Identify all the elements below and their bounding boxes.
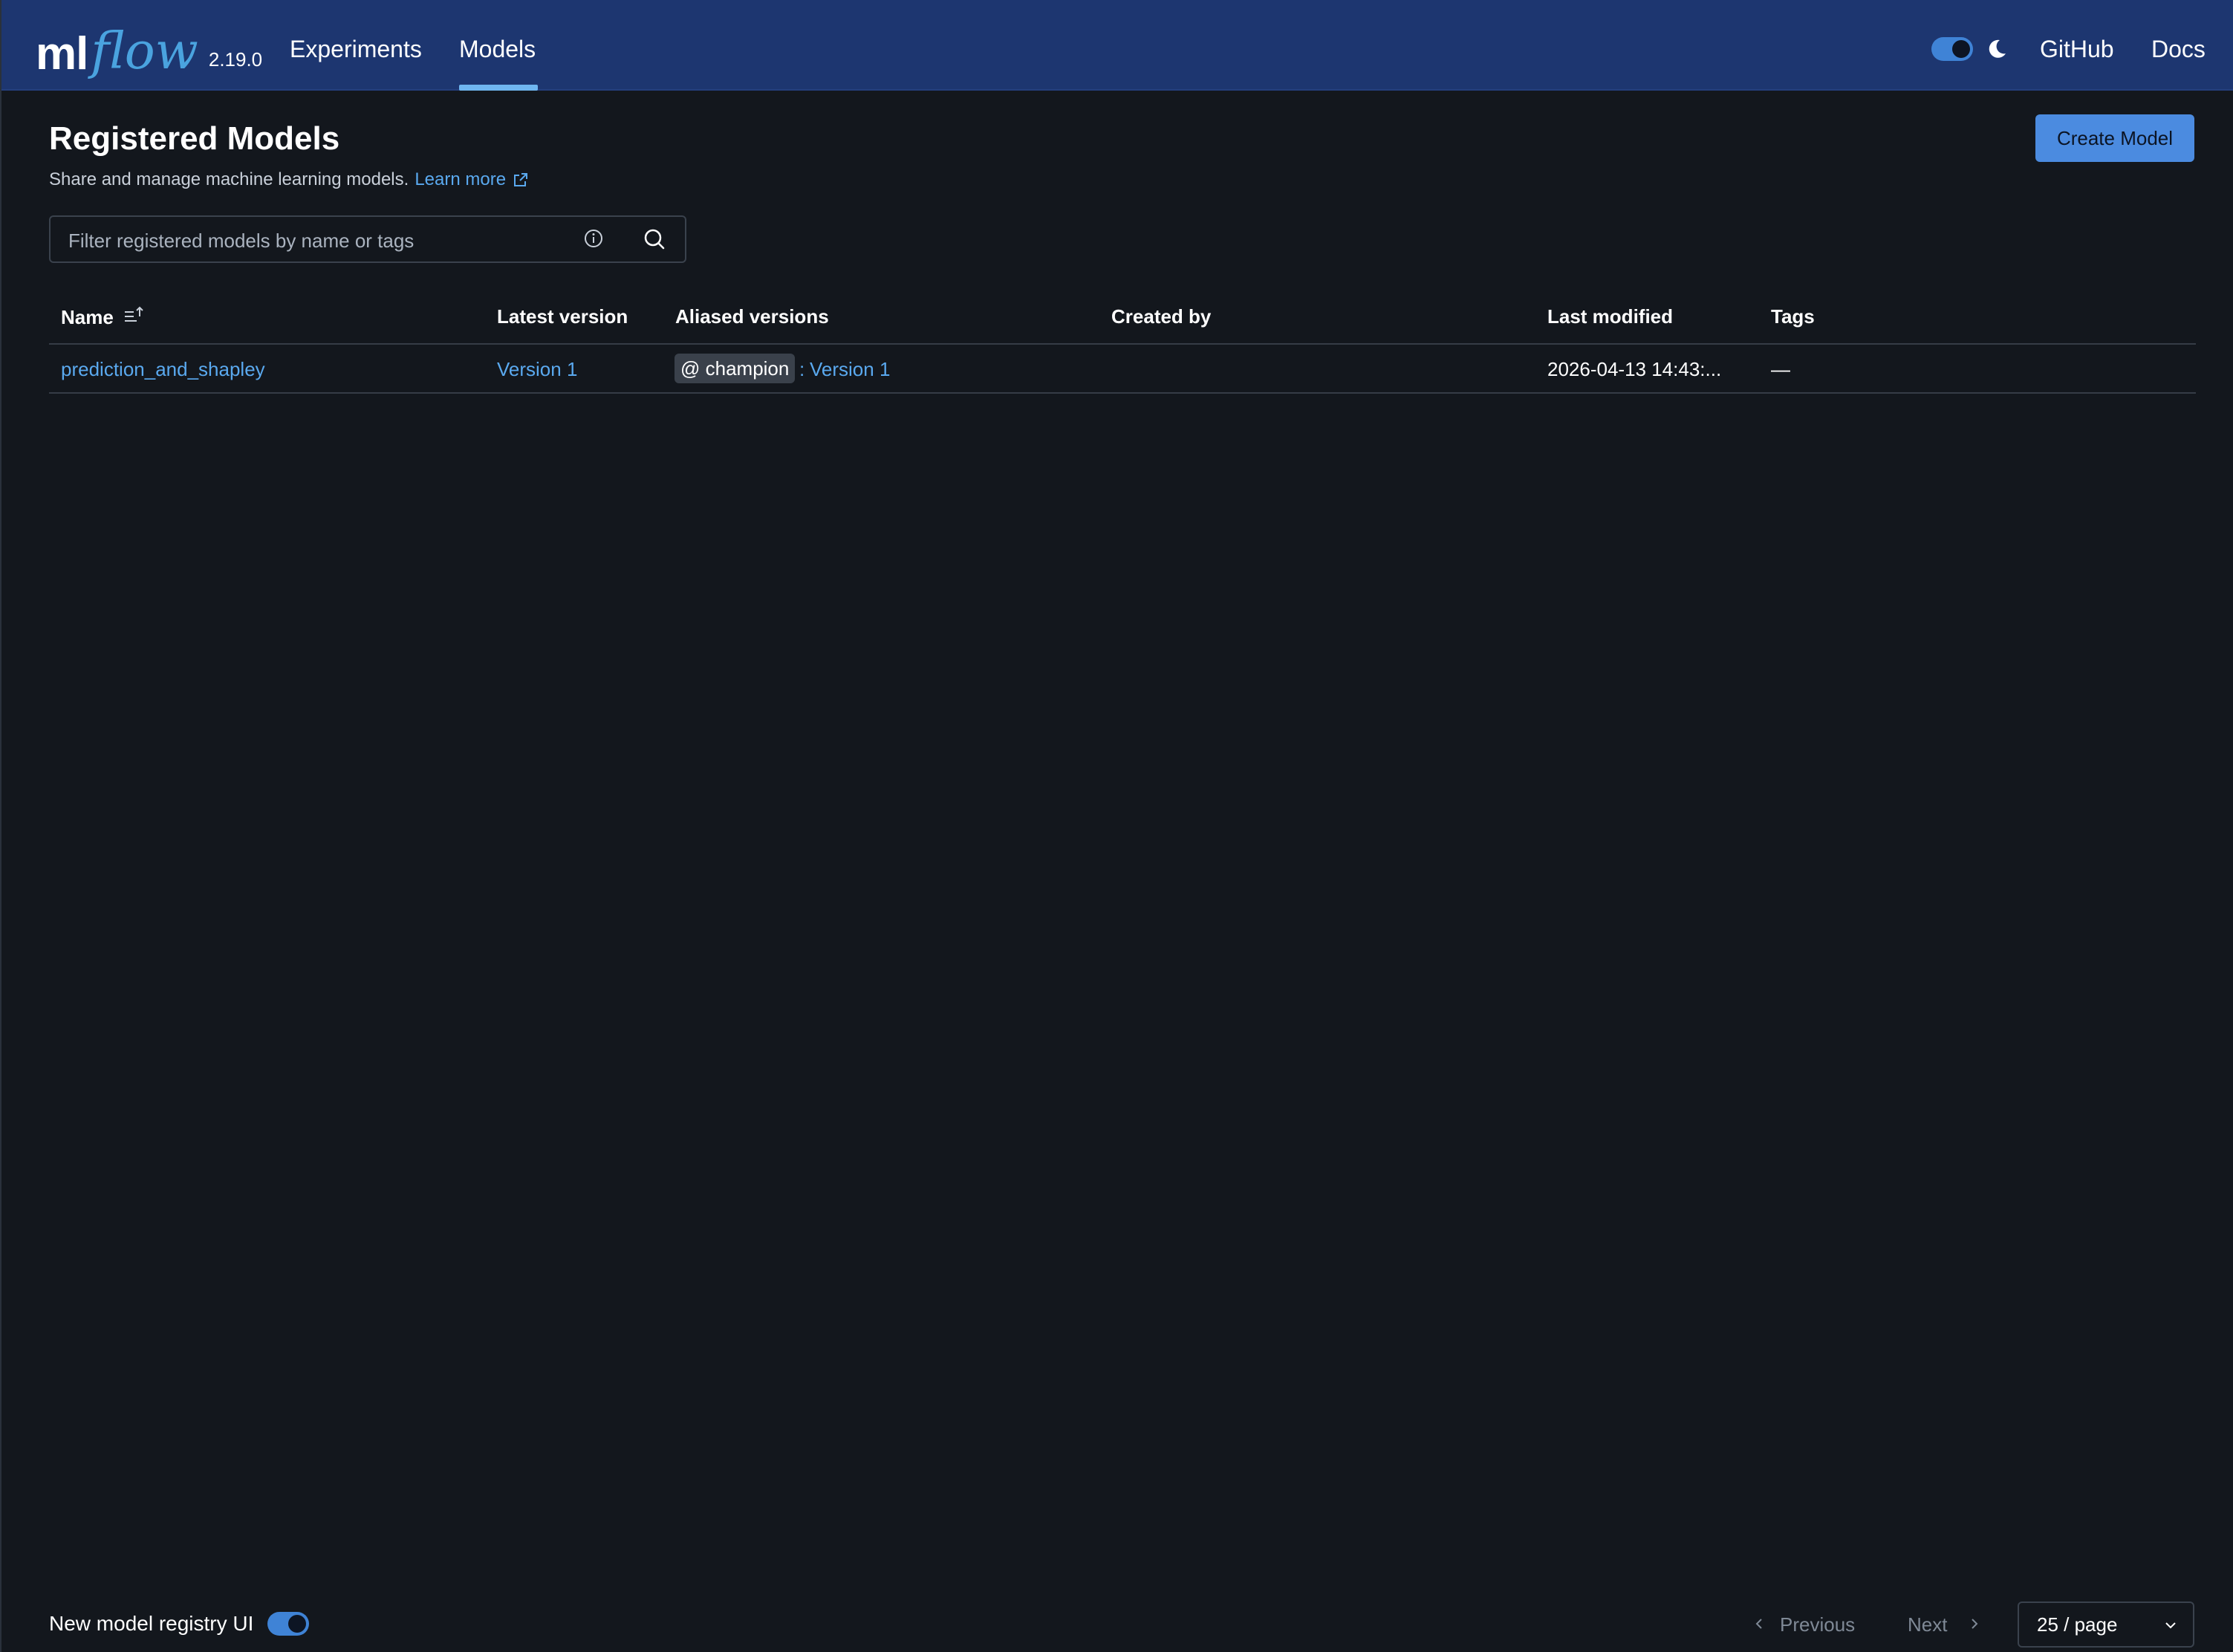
app-version: 2.19.0 xyxy=(208,48,263,71)
learn-more-link[interactable]: Learn more xyxy=(415,169,506,190)
new-registry-ui-toggle[interactable] xyxy=(267,1612,309,1636)
nav-experiments[interactable]: Experiments xyxy=(290,34,422,64)
alias-separator: : xyxy=(799,358,805,380)
chevron-down-icon xyxy=(2165,1622,2176,1629)
column-header-created-by[interactable]: Created by xyxy=(1111,305,1211,328)
column-header-latest-version[interactable]: Latest version xyxy=(497,305,628,328)
logo-flow-text: flow xyxy=(91,22,198,81)
nav-models[interactable]: Models xyxy=(459,34,536,64)
dark-mode-toggle[interactable] xyxy=(1931,37,1973,61)
search-box xyxy=(49,215,625,263)
search-icon xyxy=(644,229,665,250)
next-page-button[interactable]: Next xyxy=(1908,1613,1947,1636)
sort-ascending-icon[interactable] xyxy=(123,305,146,327)
search-input[interactable] xyxy=(68,226,573,256)
moon-icon xyxy=(1989,39,2006,58)
toggle-knob xyxy=(1952,40,1970,58)
column-header-name-label: Name xyxy=(61,306,114,328)
logo-ml-text: ml xyxy=(36,28,88,79)
column-header-name[interactable]: Name xyxy=(61,305,146,329)
toggle-knob xyxy=(288,1615,306,1633)
previous-page-button[interactable]: Previous xyxy=(1780,1613,1855,1636)
model-name-link[interactable]: prediction_and_shapley xyxy=(61,357,265,382)
create-model-button[interactable]: Create Model xyxy=(2035,114,2194,162)
mlflow-logo[interactable]: ml flow 2.19.0 xyxy=(36,13,262,77)
nav-github[interactable]: GitHub xyxy=(2040,34,2114,64)
nav-active-indicator xyxy=(459,85,538,91)
page-size-select[interactable]: 25 / page xyxy=(2018,1601,2194,1648)
tags-cell: — xyxy=(1771,358,1790,380)
external-link-icon[interactable] xyxy=(512,171,530,189)
search-button[interactable] xyxy=(624,215,686,263)
header-divider xyxy=(49,343,2196,345)
page-subtitle: Share and manage machine learning models… xyxy=(49,169,530,190)
last-modified-cell: 2026-04-13 14:43:... xyxy=(1547,358,1722,380)
page-size-value: 25 / page xyxy=(2037,1613,2118,1636)
column-header-last-modified[interactable]: Last modified xyxy=(1547,305,1673,328)
chevron-left-icon xyxy=(1755,1619,1762,1629)
chevron-right-icon xyxy=(1972,1619,1978,1629)
alias-version-link[interactable]: Version 1 xyxy=(810,357,890,382)
row-divider xyxy=(49,392,2196,394)
column-header-aliased-versions[interactable]: Aliased versions xyxy=(675,305,829,328)
new-registry-ui-label: New model registry UI xyxy=(49,1612,254,1635)
latest-version-link[interactable]: Version 1 xyxy=(497,357,577,382)
nav-docs[interactable]: Docs xyxy=(2151,34,2206,64)
subtitle-text: Share and manage machine learning models… xyxy=(49,169,409,189)
info-icon[interactable] xyxy=(582,227,605,250)
top-nav-bar: ml flow 2.19.0 Experiments Models GitHub… xyxy=(1,0,2233,91)
app-window: ml flow 2.19.0 Experiments Models GitHub… xyxy=(0,0,2233,1652)
alias-badge[interactable]: @ champion xyxy=(675,354,796,383)
column-header-tags[interactable]: Tags xyxy=(1771,305,1815,328)
page-title: Registered Models xyxy=(49,120,340,157)
